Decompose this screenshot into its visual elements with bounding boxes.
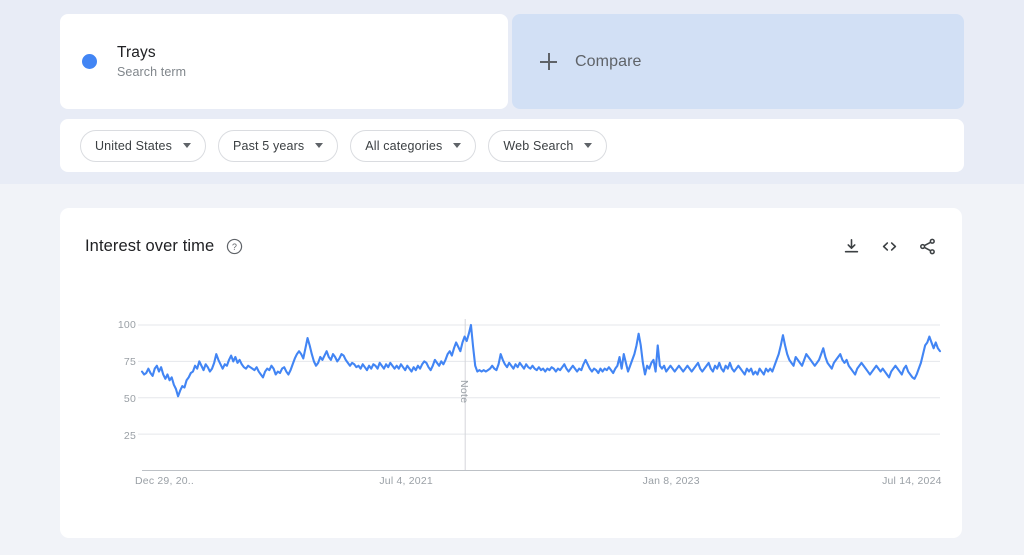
chevron-down-icon [315,143,323,148]
filter-chip-search-type-label: Web Search [503,139,573,153]
interest-over-time-plot: 100 75 50 25 Note Dec 29, 20.. Jul 4, 20… [60,208,962,538]
filter-chip-search-type[interactable]: Web Search [488,130,607,162]
x-axis-tick-3: Jul 14, 2024 [882,475,942,487]
series-line-trays [142,325,940,396]
compare-label: Compare [575,53,642,71]
search-term-texts: Trays Search term [117,44,186,79]
chart-svg [60,208,962,538]
filter-chip-time-range-label: Past 5 years [233,139,304,153]
search-term-card[interactable]: Trays Search term [60,14,508,109]
chevron-down-icon [584,143,592,148]
x-axis-tick-1: Jul 4, 2021 [379,475,433,487]
search-term-row: Trays Search term Compare [60,14,964,109]
compare-button[interactable]: Compare [512,14,964,109]
note-annotation-label: Note [458,380,470,403]
x-axis-tick-2: Jan 8, 2023 [643,475,700,487]
series-color-dot [82,54,97,69]
filter-chip-category-label: All categories [365,139,442,153]
plus-icon [540,53,557,70]
filter-chip-location-label: United States [95,139,172,153]
filter-chip-location[interactable]: United States [80,130,206,162]
chevron-down-icon [453,143,461,148]
x-axis-tick-0: Dec 29, 20.. [135,475,194,487]
filter-chip-time-range[interactable]: Past 5 years [218,130,338,162]
search-term-title: Trays [117,44,186,62]
search-term-subtitle: Search term [117,65,186,79]
filter-chip-category[interactable]: All categories [350,130,476,162]
interest-over-time-card: Interest over time ? [60,208,962,538]
chart-gridlines [138,325,940,434]
filter-bar: United States Past 5 years All categorie… [60,119,964,172]
chevron-down-icon [183,143,191,148]
